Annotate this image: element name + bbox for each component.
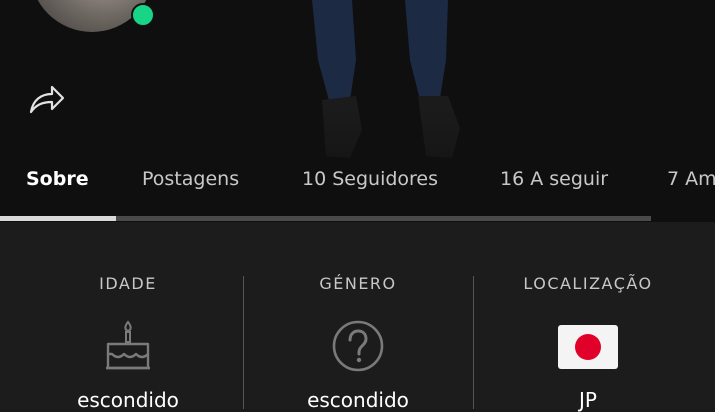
age-info: IDADE escondido <box>13 222 243 412</box>
age-label: IDADE <box>99 274 157 293</box>
profile-hero: Sobre Postagens 10 Seguidores 16 A segui… <box>0 0 715 222</box>
tab-postagens[interactable]: Postagens <box>142 156 239 202</box>
birthday-cake-icon <box>106 320 150 370</box>
tab-amigos[interactable]: 7 Am <box>667 156 715 202</box>
tab-sobre[interactable]: Sobre <box>26 156 89 202</box>
question-mark-icon <box>332 320 384 372</box>
location-label: LOCALIZAÇÃO <box>523 274 653 293</box>
age-value: escondido <box>77 388 179 412</box>
location-value: JP <box>579 388 597 412</box>
profile-tabs: Sobre Postagens 10 Seguidores 16 A segui… <box>0 156 715 202</box>
tab-a-seguir[interactable]: 16 A seguir <box>500 156 608 202</box>
share-icon[interactable] <box>28 82 66 116</box>
online-status-indicator <box>131 3 155 27</box>
gender-label: GÉNERO <box>319 274 397 293</box>
info-divider <box>243 276 244 409</box>
info-divider <box>473 276 474 409</box>
profile-info-section: IDADE escondido GÉNERO escondido LOCALIZ… <box>0 222 715 412</box>
location-info: LOCALIZAÇÃO JP <box>473 222 703 412</box>
active-tab-indicator <box>0 216 116 221</box>
gender-value: escondido <box>307 388 409 412</box>
tab-seguidores[interactable]: 10 Seguidores <box>302 156 438 202</box>
japan-flag-icon <box>558 325 618 369</box>
gender-info: GÉNERO escondido <box>243 222 473 412</box>
